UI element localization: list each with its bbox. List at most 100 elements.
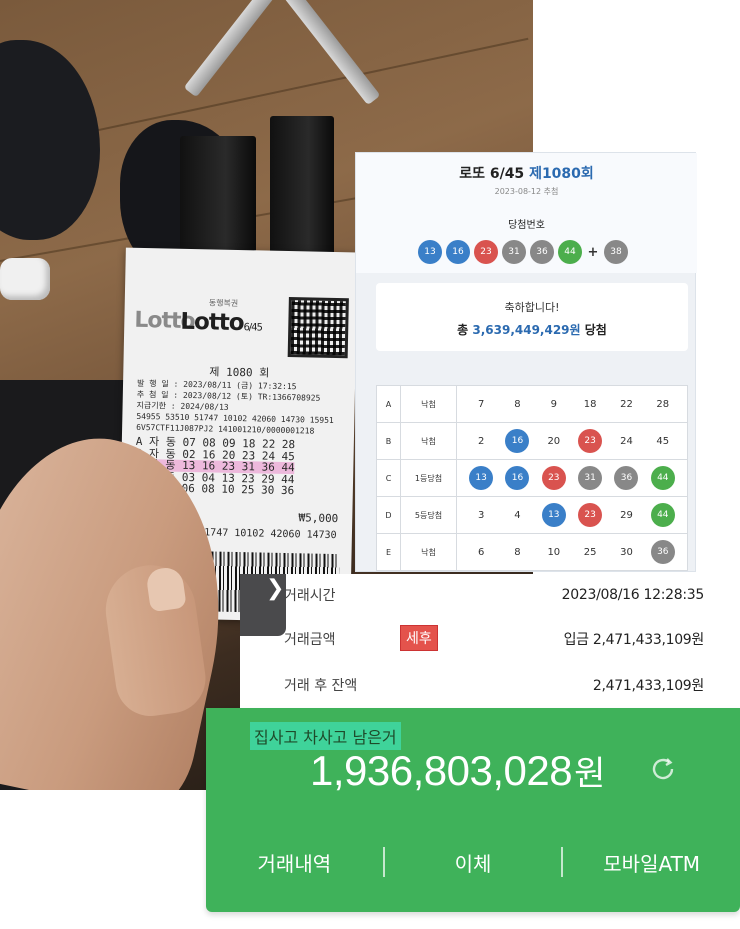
- result-number: 20: [547, 435, 561, 447]
- lotto-title: 로또 6/45 제1080회: [356, 163, 697, 183]
- lotto-result-card: 로또 6/45 제1080회 2023-08-12 추첨 당첨번호 13 16 23…: [355, 152, 697, 572]
- matched-number-ball: 23: [541, 466, 566, 490]
- result-number: 4: [514, 509, 521, 521]
- result-number: 2: [477, 435, 485, 447]
- winning-number-ball: 31: [502, 240, 526, 264]
- result-numbers-cell: 2 16 20 23 24 45: [456, 422, 688, 460]
- result-numbers-cell: 3 4 13 23 29 44: [456, 496, 688, 534]
- matched-number-ball: 23: [578, 503, 603, 527]
- matched-number-ball: 44: [650, 503, 675, 527]
- result-row: E 낙첨 6 8 10 25 30 36: [376, 533, 688, 571]
- tx-balance-row: 거래 후 잔액 2,471,433,109원: [284, 668, 704, 702]
- prize-prefix: 총: [457, 323, 473, 337]
- result-table: A 낙첨 7 8 9 18 22 28 B 낙첨 2 16 20 23 24 45 C 1등당첨 13 16 23 31 3…: [376, 385, 688, 571]
- prize-amount: 3,639,449,429원: [472, 323, 581, 337]
- result-number: 25: [583, 546, 597, 558]
- ticket-brand-645: Lotto6/45: [180, 309, 262, 337]
- winning-number-ball: 13: [418, 240, 442, 264]
- matched-number-ball: 16: [505, 466, 530, 490]
- result-line: C: [376, 459, 401, 497]
- ticket-issuer: 동행복권: [208, 298, 239, 308]
- congrats-box: 축하합니다! 총 3,639,449,429원 당첨: [376, 283, 688, 351]
- result-number: 7: [477, 398, 485, 410]
- result-status: 낙첨: [400, 385, 457, 423]
- tx-amount-row: 거래금액 입금 2,471,433,109원: [284, 622, 704, 656]
- result-number: 6: [477, 546, 485, 558]
- lotto-draw-date: 2023-08-12 추첨: [494, 187, 559, 196]
- result-row: D 5등당첨 3 4 13 23 29 44: [376, 496, 688, 534]
- result-numbers-cell: 7 8 9 18 22 28: [456, 385, 688, 423]
- result-number: 18: [583, 398, 597, 410]
- result-number: 28: [656, 398, 670, 410]
- result-number: 3: [477, 509, 485, 521]
- result-numbers: 2 16 20 23 24 45: [457, 429, 687, 453]
- result-number: 45: [656, 435, 670, 447]
- transaction-detail: ❯ 거래시간 2023/08/16 12:28:35 거래금액 입금 2,471…: [240, 574, 716, 708]
- ticket-brand-suffix: 6/45: [243, 322, 263, 334]
- matched-number-ball: 13: [541, 503, 566, 527]
- tx-balance-value: 2,471,433,109원: [592, 678, 704, 694]
- bank-account-card: 집사고 차사고 남은거 1,936,803,028원 거래내역 이체 모바일AT…: [206, 708, 740, 912]
- result-line: A: [376, 385, 401, 423]
- winning-numbers-label: 당첨번호: [508, 220, 545, 231]
- ticket-meta: 발 행 일 : 2023/08/11 (금) 17:32:15 추 첨 일 : 2…: [136, 378, 335, 437]
- result-numbers: 13 16 23 31 36 44: [457, 466, 687, 490]
- chevron-right-icon: ❯: [266, 576, 285, 601]
- black-box: [270, 116, 334, 256]
- transaction-history-button[interactable]: 거래내역: [206, 848, 383, 877]
- result-numbers: 6 8 10 25 30 36: [457, 540, 687, 564]
- prize-text: 총 3,639,449,429원 당첨: [376, 321, 688, 338]
- result-number: 29: [620, 509, 633, 521]
- lotto-title-text: 로또 6/45: [459, 166, 530, 182]
- black-box: [180, 136, 256, 256]
- result-row: A 낙첨 7 8 9 18 22 28: [376, 385, 688, 423]
- result-numbers-cell: 6 8 10 25 30 36: [456, 533, 688, 571]
- tx-balance-label: 거래 후 잔액: [284, 678, 358, 694]
- matched-number-ball: 36: [650, 540, 675, 564]
- balance-amount: 1,936,803,028: [310, 747, 573, 794]
- winning-numbers: 13 16 23 31 36 44 +38: [418, 239, 628, 265]
- result-status: 1등당첨: [400, 459, 457, 497]
- result-number: 24: [620, 435, 633, 447]
- result-number: 8: [514, 546, 521, 558]
- dark-cloth: [0, 40, 100, 240]
- result-number: 10: [547, 546, 561, 558]
- bonus-number-ball: 38: [604, 240, 628, 264]
- plus-sign: +: [587, 244, 599, 260]
- transfer-button[interactable]: 이체: [385, 848, 562, 877]
- result-status: 낙첨: [400, 533, 457, 571]
- winning-number-ball: 36: [530, 240, 554, 264]
- winning-number-ball: 23: [474, 240, 498, 264]
- lotto-header: 로또 6/45 제1080회 2023-08-12 추첨 당첨번호 13 16 23…: [356, 153, 697, 273]
- bank-actions: 거래내역 이체 모바일ATM: [206, 842, 740, 882]
- refresh-icon[interactable]: [648, 754, 678, 784]
- matched-number-ball: 23: [578, 429, 603, 453]
- collapse-tab[interactable]: ❯: [240, 574, 286, 636]
- result-numbers: 3 4 13 23 29 44: [457, 503, 687, 527]
- qr-code: [287, 297, 349, 359]
- winning-number-ball: 16: [446, 240, 470, 264]
- ticket-brand-text: Lotto: [180, 308, 244, 337]
- earbuds-case: [0, 258, 50, 300]
- result-numbers-cell: 13 16 23 31 36 44: [456, 459, 688, 497]
- screenshot-collage: 동행복권 Lotto Lotto6/45 제 1080 회 발 행 일 : 20…: [0, 0, 740, 929]
- tripod-leg: [281, 0, 381, 106]
- matched-number-ball: 16: [505, 429, 530, 453]
- matched-number-ball: 31: [578, 466, 603, 490]
- result-status: 5등당첨: [400, 496, 457, 534]
- after-tax-badge: 세후: [400, 625, 438, 651]
- result-row: C 1등당첨 13 16 23 31 36 44: [376, 459, 688, 497]
- result-line: E: [376, 533, 401, 571]
- tx-amount-label: 거래금액: [284, 632, 336, 648]
- result-row: B 낙첨 2 16 20 23 24 45: [376, 422, 688, 460]
- prize-suffix: 당첨: [580, 323, 607, 337]
- tripod-leg: [183, 0, 277, 98]
- result-line: B: [376, 422, 401, 460]
- tx-time-row: 거래시간 2023/08/16 12:28:35: [284, 578, 704, 612]
- matched-number-ball: 13: [469, 466, 494, 490]
- result-status: 낙첨: [400, 422, 457, 460]
- ticket-amount: ₩5,000: [298, 511, 339, 526]
- mobile-atm-button[interactable]: 모바일ATM: [563, 848, 740, 877]
- account-balance: 1,936,803,028원: [310, 746, 605, 795]
- result-number: 22: [620, 398, 633, 410]
